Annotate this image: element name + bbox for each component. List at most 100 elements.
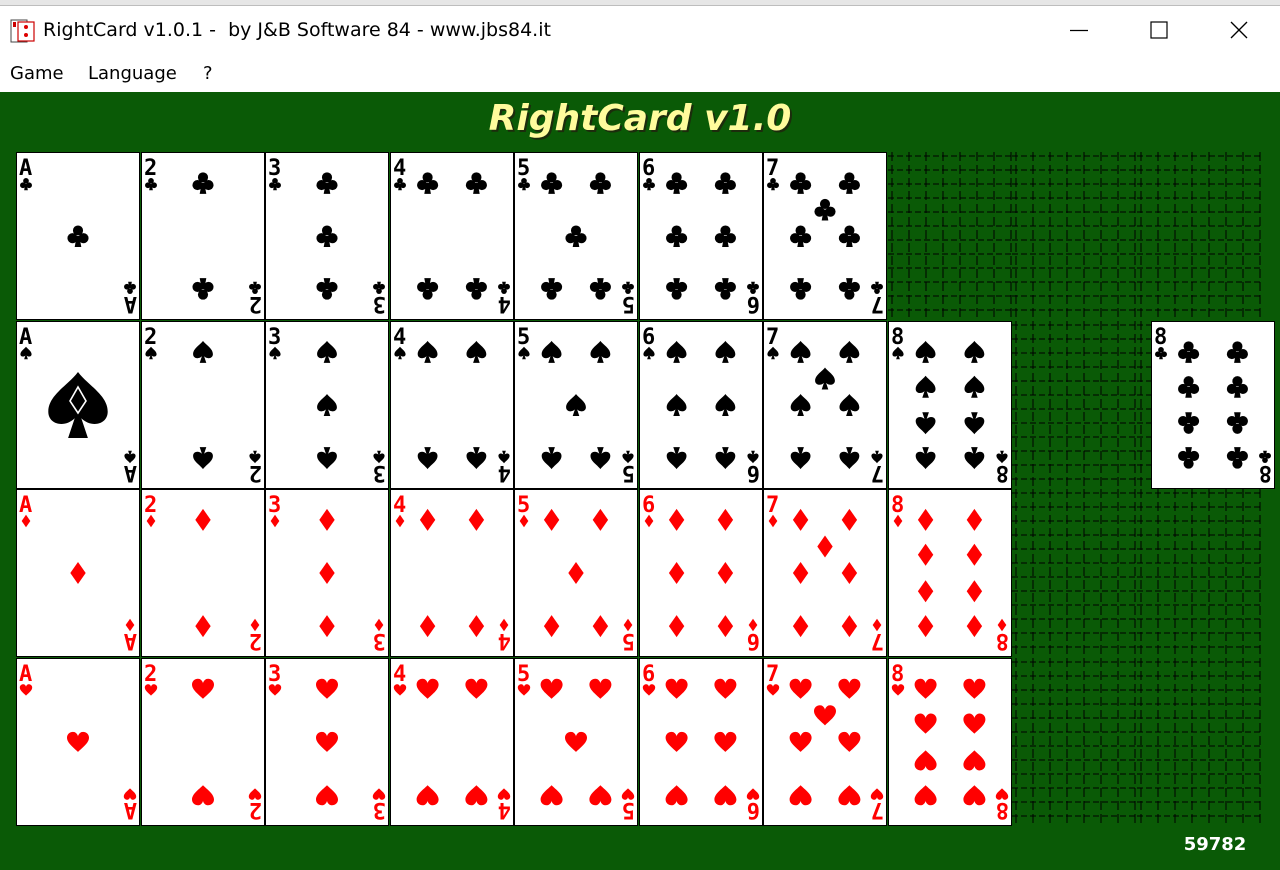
- card-rank-bottom: 2: [249, 797, 262, 822]
- card-7-of-clubs[interactable]: 77: [763, 152, 887, 320]
- card-7-of-hearts[interactable]: 77: [763, 658, 887, 826]
- diamonds-pip: [917, 508, 934, 531]
- clubs-pip: [1226, 376, 1248, 398]
- diamonds-pip: [792, 615, 809, 638]
- hearts-pip: [714, 678, 737, 699]
- clubs-pip: [316, 225, 338, 247]
- card-rank-bottom: 3: [373, 797, 386, 822]
- title-bar[interactable]: RightCard v1.0.1 - by J&B Software 84 - …: [0, 6, 1280, 54]
- card-6-of-hearts[interactable]: 66: [639, 658, 763, 826]
- card-5-of-clubs[interactable]: 55: [514, 152, 638, 320]
- menu-language[interactable]: Language: [88, 63, 177, 84]
- card-3-of-hearts[interactable]: 33: [265, 658, 389, 826]
- maximize-button[interactable]: [1119, 6, 1199, 54]
- card-rank-bottom: A: [124, 797, 137, 822]
- hearts-pip: [789, 785, 812, 806]
- hearts-pip: [465, 785, 488, 806]
- menu-game[interactable]: Game: [10, 63, 64, 84]
- card-rank-bottom: 3: [373, 460, 386, 485]
- hearts-pip: [963, 785, 986, 806]
- card-8-of-spades[interactable]: 88: [888, 321, 1012, 489]
- card-rank-top: 3: [268, 325, 281, 350]
- card-3-of-spades[interactable]: 33: [265, 321, 389, 489]
- card-rank-top: 4: [393, 662, 406, 687]
- extra-card-8-of-clubs[interactable]: 88: [1151, 321, 1275, 489]
- diamonds-pip: [792, 562, 809, 584]
- card-a-of-spades[interactable]: AA: [16, 321, 140, 489]
- hearts-pip: [316, 731, 338, 752]
- card-6-of-clubs[interactable]: 66: [639, 152, 763, 320]
- card-rank-bottom: 7: [871, 797, 884, 822]
- card-7-of-spades[interactable]: 77: [763, 321, 887, 489]
- card-rank-top: A: [19, 662, 32, 687]
- diamonds-pip: [717, 615, 734, 638]
- spades-pip: [964, 412, 985, 435]
- diamonds-pip: [70, 562, 86, 584]
- card-rank-bottom: 5: [622, 460, 635, 485]
- card-2-of-clubs[interactable]: 22: [141, 152, 265, 320]
- clubs-pip: [666, 225, 688, 247]
- empty-card-slot[interactable]: [1012, 321, 1136, 489]
- card-rank-top: 8: [891, 493, 904, 518]
- clubs-pip: [1178, 341, 1200, 363]
- spades-pip: [839, 447, 860, 470]
- empty-card-slot[interactable]: [1137, 658, 1261, 826]
- hearts-pip: [565, 731, 587, 752]
- hearts-pip: [714, 731, 737, 752]
- card-2-of-hearts[interactable]: 22: [141, 658, 265, 826]
- card-7-of-diamonds[interactable]: 77: [763, 489, 887, 657]
- card-4-of-clubs[interactable]: 44: [390, 152, 514, 320]
- card-5-of-diamonds[interactable]: 55: [514, 489, 638, 657]
- card-rank-top: 6: [642, 325, 655, 350]
- hearts-pip: [316, 678, 338, 699]
- hearts-pip: [192, 678, 214, 699]
- card-8-of-diamonds[interactable]: 88: [888, 489, 1012, 657]
- card-6-of-diamonds[interactable]: 66: [639, 489, 763, 657]
- card-a-of-diamonds[interactable]: AA: [16, 489, 140, 657]
- game-title: RightCard v1.0: [488, 97, 792, 139]
- empty-card-slot[interactable]: [888, 152, 1012, 320]
- card-3-of-clubs[interactable]: 33: [265, 152, 389, 320]
- card-rank-bottom: 8: [996, 628, 1009, 653]
- card-6-of-spades[interactable]: 66: [639, 321, 763, 489]
- card-rank-bottom: 2: [249, 291, 262, 316]
- empty-card-slot[interactable]: [1012, 152, 1136, 320]
- card-rank-top: 2: [144, 662, 157, 687]
- card-rank-top: 4: [393, 325, 406, 350]
- card-5-of-hearts[interactable]: 55: [514, 658, 638, 826]
- card-a-of-clubs[interactable]: AA: [16, 152, 140, 320]
- empty-card-slot[interactable]: [1137, 489, 1261, 657]
- spades-pip: [790, 447, 811, 470]
- card-4-of-diamonds[interactable]: 44: [390, 489, 514, 657]
- empty-card-slot[interactable]: [1137, 152, 1261, 320]
- card-rank-top: A: [19, 156, 32, 181]
- diamonds-pip: [568, 562, 584, 584]
- card-5-of-spades[interactable]: 55: [514, 321, 638, 489]
- card-4-of-spades[interactable]: 44: [390, 321, 514, 489]
- clubs-pip: [790, 278, 812, 300]
- card-rank-top: 6: [642, 493, 655, 518]
- clubs-pip: [1178, 412, 1200, 434]
- card-2-of-diamonds[interactable]: 22: [141, 489, 265, 657]
- card-3-of-diamonds[interactable]: 33: [265, 489, 389, 657]
- diamonds-pip: [419, 508, 436, 531]
- card-a-of-hearts[interactable]: AA: [16, 658, 140, 826]
- hearts-pip: [714, 785, 737, 806]
- close-button[interactable]: [1199, 6, 1279, 54]
- clubs-pip: [316, 278, 338, 300]
- empty-card-slot[interactable]: [1012, 658, 1136, 826]
- diamonds-pip: [668, 562, 685, 584]
- spades-pip: [915, 375, 936, 398]
- empty-card-slot[interactable]: [1012, 489, 1136, 657]
- minimize-icon: [1070, 29, 1088, 32]
- diamonds-pip: [319, 562, 335, 584]
- menu-help[interactable]: ?: [203, 63, 213, 84]
- card-rank-top: 2: [144, 156, 157, 181]
- spades-pip: [815, 367, 835, 390]
- card-4-of-hearts[interactable]: 44: [390, 658, 514, 826]
- card-2-of-spades[interactable]: 22: [141, 321, 265, 489]
- minimize-button[interactable]: [1039, 6, 1119, 54]
- card-8-of-hearts[interactable]: 88: [888, 658, 1012, 826]
- spades-pip: [666, 340, 687, 363]
- spades-pip: [715, 447, 736, 470]
